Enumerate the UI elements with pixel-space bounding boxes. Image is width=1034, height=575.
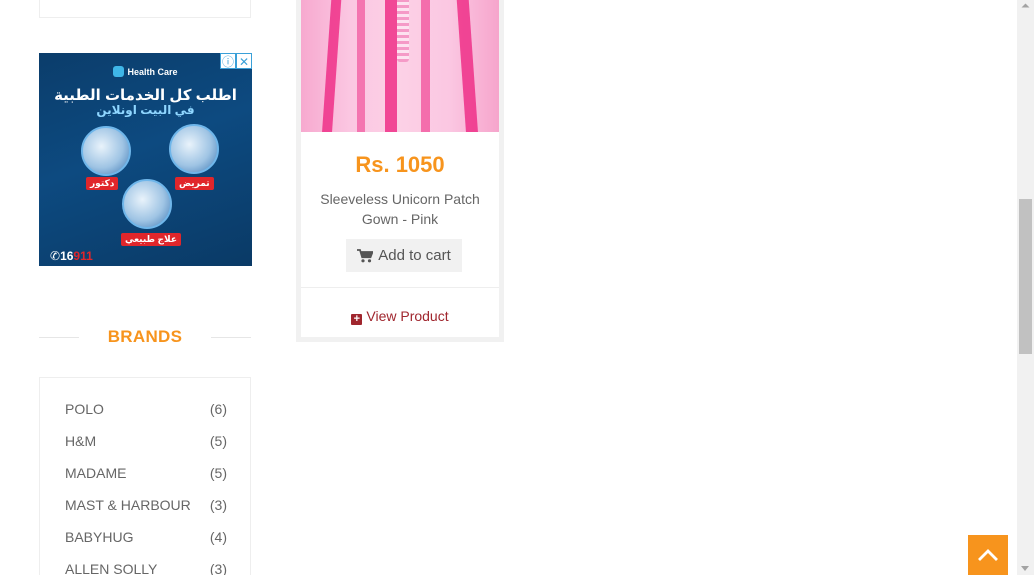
ad-phone-prefix: 16: [60, 249, 74, 263]
brand-name[interactable]: POLO: [65, 401, 104, 417]
brand-name[interactable]: MAST & HARBOUR: [65, 497, 191, 513]
plus-square-icon: +: [351, 314, 363, 325]
brand-item-babyhug[interactable]: BABYHUG (4): [65, 529, 227, 545]
brand-item-mast-harbour[interactable]: MAST & HARBOUR (3): [65, 497, 227, 513]
page: ⓘ ✕ Health Care اطلب كل الخدمات الطبية ف…: [0, 0, 1034, 575]
product-name[interactable]: Sleeveless Unicorn Patch Gown - Pink: [315, 189, 485, 229]
product-card: Rs. 1050 Sleeveless Unicorn Patch Gown -…: [296, 0, 504, 342]
brand-count: (3): [209, 497, 227, 513]
scrollbar-thumb[interactable]: [1019, 199, 1032, 354]
page-scrollbar[interactable]: [1017, 0, 1034, 575]
ad-doctor-image: [81, 126, 131, 176]
shopping-cart-icon: [357, 248, 374, 262]
gown-ribbon: [397, 0, 409, 62]
brand-item-hm[interactable]: H&M (5): [65, 433, 227, 449]
brand-count: (5): [209, 433, 227, 449]
brand-item-madame[interactable]: MADAME (5): [65, 465, 227, 481]
brand-name[interactable]: ALLEN SOLLY: [65, 561, 157, 575]
gown-stripe: [385, 0, 397, 132]
ad-therapy-image: [122, 179, 172, 229]
ad-tag-nursing: تمريض: [175, 177, 214, 190]
add-to-cart-label: Add to cart: [378, 247, 451, 264]
view-product-link[interactable]: + View Product: [301, 308, 499, 325]
scroll-down-arrow-icon[interactable]: [1021, 566, 1029, 571]
gown-stripe: [357, 0, 365, 132]
scroll-up-arrow-icon[interactable]: [1017, 0, 1034, 12]
view-product-label: View Product: [366, 308, 449, 324]
brand-name[interactable]: H&M: [65, 433, 96, 449]
ad-logo: Health Care: [39, 66, 252, 77]
brand-name[interactable]: MADAME: [65, 465, 126, 481]
ad-nursing-image: [169, 124, 219, 174]
sidebar-widget-box: [39, 0, 251, 18]
brands-heading: BRANDS: [39, 327, 251, 349]
add-to-cart-button[interactable]: Add to cart: [346, 239, 462, 272]
ad-headline: اطلب كل الخدمات الطبية: [54, 87, 237, 104]
brand-item-allen-solly[interactable]: ALLEN SOLLY (3): [65, 561, 227, 575]
brand-item-polo[interactable]: POLO (6): [65, 401, 227, 417]
brand-name[interactable]: BABYHUG: [65, 529, 133, 545]
card-divider: [301, 287, 499, 288]
chevron-up-icon: [978, 549, 998, 561]
ad-tag-therapy: علاج طبيعي: [121, 233, 181, 246]
gown-stripe: [421, 0, 430, 132]
ad-brand: Health Care: [127, 67, 178, 77]
ad-subheadline: في البيت اونلاين: [96, 103, 195, 117]
product-image[interactable]: [301, 0, 499, 132]
advertisement-banner[interactable]: ⓘ ✕ Health Care اطلب كل الخدمات الطبية ف…: [39, 53, 252, 266]
ad-tag-doctor: دكتور: [86, 177, 119, 190]
brand-count: (3): [209, 561, 227, 575]
brands-list: POLO (6) H&M (5) MADAME (5) MAST & HARBO…: [39, 377, 251, 575]
back-to-top-button[interactable]: [968, 535, 1008, 575]
product-price: Rs. 1050: [355, 152, 445, 177]
brand-count: (6): [209, 401, 227, 417]
brand-count: (4): [209, 529, 227, 545]
ad-phone: ✆16911: [50, 249, 93, 263]
ad-logo-icon: [113, 66, 125, 77]
brand-count: (5): [209, 465, 227, 481]
ad-phone-suffix: 911: [73, 249, 93, 263]
heading-divider-right: [211, 337, 251, 338]
